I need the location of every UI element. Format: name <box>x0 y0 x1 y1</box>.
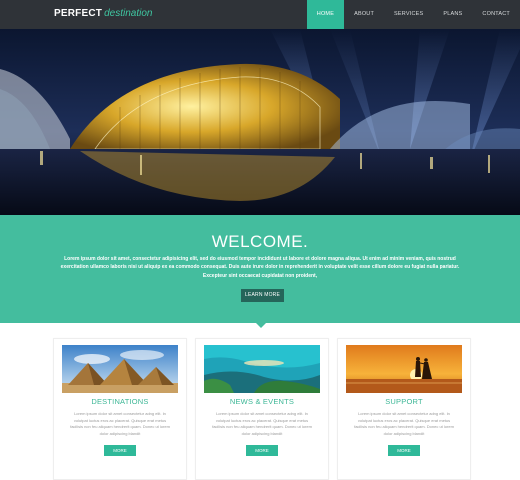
card-title: NEWS & EVENTS <box>229 397 295 406</box>
features-section: DESTINATIONS Lorem ipsum dolor sit amet … <box>0 328 520 480</box>
card-text: Lorem ipsum dolor sit amet consectetur a… <box>354 411 454 436</box>
card-more-button[interactable]: MORE <box>388 445 420 456</box>
beach-illustration <box>204 345 320 393</box>
nav-contact[interactable]: CONTACT <box>472 0 520 29</box>
logo-main-text: PERFECT <box>54 8 103 19</box>
night-architecture-illustration <box>0 29 520 215</box>
nav-home[interactable]: HOME <box>306 0 345 29</box>
main-menu: HOME ABOUT SERVICES PLANS CONTACT <box>306 0 520 29</box>
logo-sub-text: destination <box>104 8 153 19</box>
nav-services[interactable]: SERVICES <box>384 0 433 29</box>
nav-plans[interactable]: PLANS <box>433 0 472 29</box>
hero-banner-image <box>0 29 520 215</box>
learn-more-button[interactable]: LEARN MORE <box>241 289 284 302</box>
welcome-title: WELCOME. <box>211 232 309 251</box>
pyramids-illustration <box>62 345 178 393</box>
nav-about[interactable]: ABOUT <box>344 0 384 29</box>
card-title: DESTINATIONS <box>91 397 149 406</box>
welcome-text: Lorem ipsum dolor sit amet, consectetur … <box>60 256 460 279</box>
sunset-illustration <box>346 345 462 393</box>
card-text: Lorem ipsum dolor sit amet consectetur a… <box>70 411 170 436</box>
tropical-beach-photo <box>204 345 320 393</box>
welcome-section: WELCOME. Lorem ipsum dolor sit amet, con… <box>0 215 520 323</box>
card-news-events: NEWS & EVENTS Lorem ipsum dolor sit amet… <box>195 338 329 480</box>
card-destinations: DESTINATIONS Lorem ipsum dolor sit amet … <box>53 338 187 480</box>
card-more-button[interactable]: MORE <box>246 445 278 456</box>
card-more-button[interactable]: MORE <box>104 445 136 456</box>
top-navbar: PERFECT destination HOME ABOUT SERVICES P… <box>0 0 520 29</box>
sunset-couple-photo <box>346 345 462 393</box>
pyramids-photo <box>62 345 178 393</box>
card-title: SUPPORT <box>385 397 423 406</box>
site-logo[interactable]: PERFECT destination <box>54 8 152 20</box>
card-support: SUPPORT Lorem ipsum dolor sit amet conse… <box>337 338 471 480</box>
card-text: Lorem ipsum dolor sit amet consectetur a… <box>212 411 312 436</box>
